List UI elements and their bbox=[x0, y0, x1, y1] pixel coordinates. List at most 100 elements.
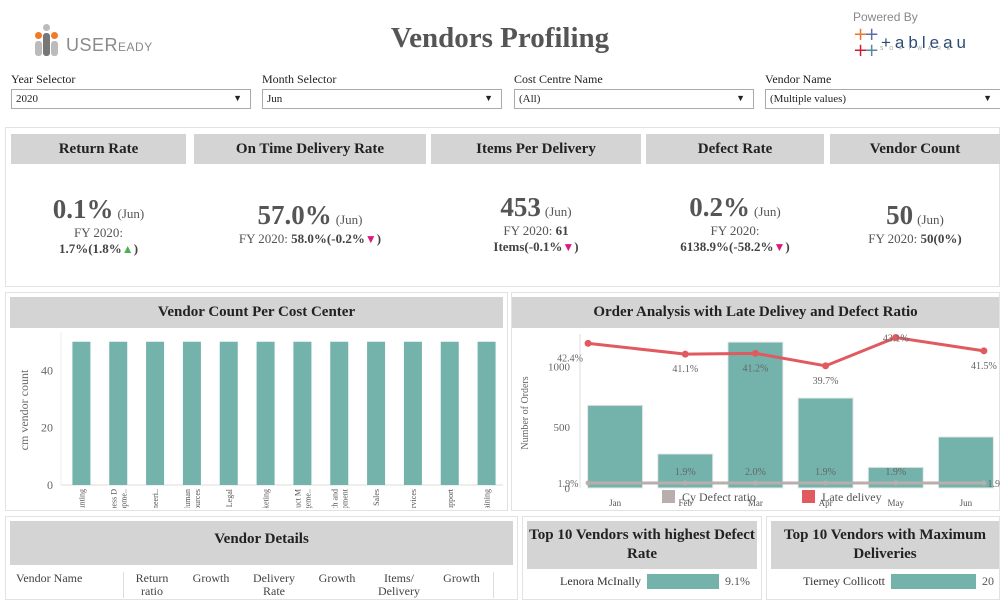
column-header[interactable]: Delivery Rate bbox=[242, 572, 306, 598]
kpi-vendor-count: Vendor Count 50 (Jun) FY 2020: 50(0%) bbox=[830, 134, 1000, 247]
bar bbox=[403, 341, 422, 485]
list-item[interactable]: Tierney Collicott 20 bbox=[767, 574, 999, 589]
bar bbox=[293, 341, 312, 485]
order-analysis-chart: 05001000Number of OrdersJan Feb Mar Apr May J… bbox=[520, 334, 1000, 509]
kpi-body: 0.2% (Jun) FY 2020: 6138.9%(-58.2%▼) bbox=[646, 164, 824, 255]
cost-centre-select[interactable]: (All) ▼ bbox=[514, 89, 754, 109]
column-header[interactable]: Growth bbox=[430, 572, 494, 598]
late-delivery-point bbox=[980, 347, 988, 355]
column-header[interactable]: Vendor Name bbox=[6, 572, 124, 598]
bar bbox=[937, 436, 994, 489]
defect-ratio-point bbox=[682, 480, 688, 486]
kpi-value: 453 bbox=[500, 192, 541, 222]
kpi-body: 57.0% (Jun) FY 2020: 58.0%(-0.2%▼) bbox=[194, 164, 426, 247]
chevron-down-icon[interactable]: ▼ bbox=[736, 93, 745, 103]
vendor-count-chart: 0 20 40 cm vendor count Accounting Business D… bbox=[17, 332, 503, 534]
defect-ratio-label: 1.9% bbox=[885, 467, 906, 478]
filter-label: Cost Centre Name bbox=[514, 72, 603, 86]
deliveries-bar bbox=[891, 574, 976, 589]
late-delivery-label: 41.5% bbox=[971, 361, 997, 372]
select-value: Jun bbox=[267, 93, 283, 105]
kpi-value: 0.2% bbox=[689, 192, 751, 222]
kpi-month: (Jun) bbox=[335, 212, 363, 227]
column-header[interactable]: Items/ Delivery bbox=[368, 572, 430, 598]
vendor-details-panel: Vendor Details Vendor Name Return ratio … bbox=[5, 516, 518, 600]
kpi-fy-label: FY 2020: bbox=[710, 223, 760, 238]
bar bbox=[109, 341, 128, 485]
bar bbox=[440, 341, 459, 485]
select-value: (Multiple values) bbox=[770, 93, 847, 105]
kpi-value: 0.1% bbox=[52, 194, 114, 224]
x-tick-label: Services bbox=[409, 489, 418, 508]
kpi-body: 453 (Jun) FY 2020: 61 Items(-0.1%▼) bbox=[431, 164, 641, 255]
column-header[interactable]: Growth bbox=[306, 572, 368, 598]
kpi-month: (Jun) bbox=[917, 212, 944, 227]
top-deliveries-panel: Top 10 Vendors with Maximum Deliveries T… bbox=[766, 516, 1000, 600]
x-tick-label: Jun bbox=[960, 498, 973, 508]
kpi-title: On Time Delivery Rate bbox=[194, 134, 426, 164]
x-tick-label: Engineeri.. bbox=[151, 489, 160, 508]
defect-ratio-point bbox=[893, 480, 899, 486]
late-delivery-line bbox=[587, 335, 985, 368]
y-tick-label: 500 bbox=[554, 422, 571, 434]
chevron-down-icon[interactable]: ▼ bbox=[983, 93, 992, 103]
kpi-fy-value: Items(-0.1%▼) bbox=[493, 239, 579, 254]
kpi-fy-value: FY 2020: 50(0%) bbox=[868, 231, 962, 246]
bar bbox=[219, 341, 238, 485]
kpi-month: (Jun) bbox=[754, 204, 781, 219]
kpi-fy-label: FY 2020: 61 bbox=[503, 223, 569, 238]
kpi-title: Defect Rate bbox=[646, 134, 824, 164]
column-header[interactable]: Return ratio bbox=[124, 572, 180, 598]
defect-ratio-point bbox=[981, 480, 987, 486]
x-tick-label: Accounting bbox=[77, 489, 86, 508]
late-delivery-label: 42.4% bbox=[557, 353, 583, 364]
trend-down-icon: ▼ bbox=[773, 240, 786, 254]
defect-ratio-label: 1.9% bbox=[558, 479, 579, 490]
year-select[interactable]: 2020 ▼ bbox=[11, 89, 251, 109]
chevron-down-icon[interactable]: ▼ bbox=[484, 93, 493, 103]
vendor-details-title: Vendor Details bbox=[10, 521, 513, 565]
bar bbox=[587, 404, 644, 489]
kpi-items-per-delivery: Items Per Delivery 453 (Jun) FY 2020: 61… bbox=[431, 134, 641, 255]
tableau-cross-icon: ++ ++ bbox=[853, 24, 879, 61]
page-title: Vendors Profiling bbox=[390, 22, 610, 54]
order-analysis-chart-panel: Order Analysis with Late Delivey and Def… bbox=[511, 292, 1000, 511]
cost-centre-selector: Cost Centre Name (All) ▼ bbox=[514, 72, 754, 109]
kpi-fy-label: FY 2020: bbox=[74, 225, 123, 240]
kpi-fy-value: 1.7%(1.8%▲) bbox=[58, 241, 139, 256]
filter-label: Vendor Name bbox=[765, 72, 832, 86]
vendor-details-header-row: Vendor Name Return ratio Growth Delivery… bbox=[6, 565, 517, 598]
kpi-month: (Jun) bbox=[117, 206, 145, 221]
x-tick-label: Product M bbox=[293, 489, 302, 508]
kpi-body: 50 (Jun) FY 2020: 50(0%) bbox=[830, 164, 1000, 247]
late-delivery-point bbox=[751, 349, 759, 357]
kpi-value: 57.0% bbox=[257, 200, 332, 230]
vendor-count-chart-panel: Vendor Count Per Cost Center 0 20 40 cm ven… bbox=[5, 292, 508, 534]
chevron-down-icon[interactable]: ▼ bbox=[233, 93, 242, 103]
y-tick-label: 40 bbox=[41, 363, 53, 377]
kpi-title: Items Per Delivery bbox=[431, 134, 641, 164]
kpi-fy-value: FY 2020: 58.0%(-0.2%▼) bbox=[238, 231, 382, 246]
late-delivery-label: 39.7% bbox=[813, 376, 839, 387]
x-tick-label: anageme.. bbox=[303, 489, 312, 508]
kpi-value: 50 bbox=[886, 200, 914, 230]
y-tick-label: 20 bbox=[41, 421, 53, 435]
x-tick-label: Research and bbox=[330, 489, 339, 508]
bar bbox=[477, 341, 496, 485]
trend-down-icon: ▼ bbox=[364, 232, 377, 246]
month-select[interactable]: Jun ▼ bbox=[262, 89, 502, 109]
x-tick-label: May bbox=[888, 498, 905, 508]
defect-ratio-label: 2.0% bbox=[745, 467, 766, 478]
late-delivery-point bbox=[681, 350, 689, 358]
trend-down-icon: ▼ bbox=[562, 240, 575, 254]
list-item[interactable]: Lenora McInally 9.1% bbox=[523, 574, 761, 589]
legend-swatch-late bbox=[802, 490, 815, 503]
x-tick-label: Support bbox=[446, 488, 455, 508]
vendor-name-select[interactable]: (Multiple values) ▼ bbox=[765, 89, 1000, 109]
late-delivery-label: 41.2% bbox=[742, 363, 768, 374]
column-header[interactable]: Growth bbox=[180, 572, 242, 598]
kpi-title: Vendor Count bbox=[830, 134, 1000, 164]
chart-title: Vendor Count Per Cost Center bbox=[10, 297, 503, 328]
filter-label: Month Selector bbox=[262, 72, 337, 86]
trend-up-icon: ▲ bbox=[121, 242, 134, 256]
